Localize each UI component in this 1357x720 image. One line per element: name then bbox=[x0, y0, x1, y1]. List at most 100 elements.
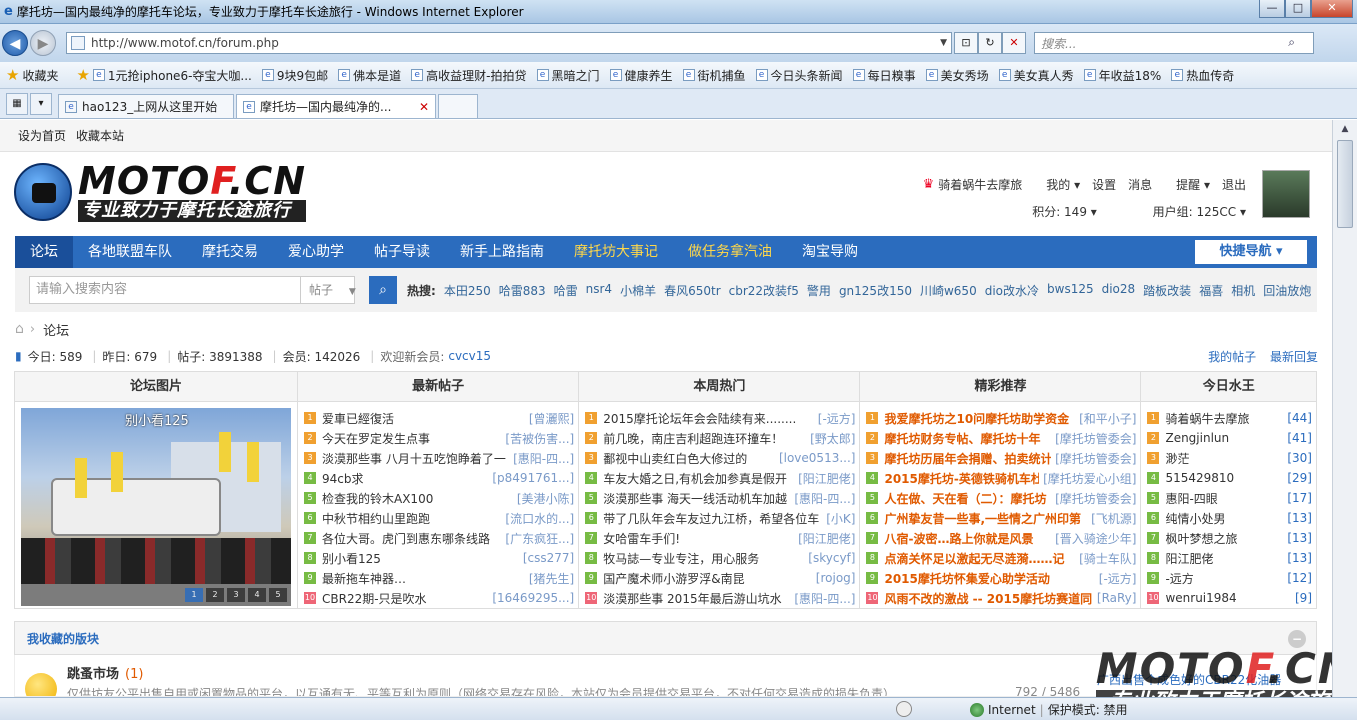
post-title[interactable]: CBR22期-只是吹水 bbox=[322, 590, 488, 607]
favorite-link[interactable]: e 美女秀场 bbox=[925, 67, 989, 84]
list-item[interactable]: 1 骑着蜗牛去摩旅 [44] bbox=[1147, 408, 1312, 428]
favorite-link[interactable]: e 高收益理财-拍拍贷 bbox=[411, 67, 527, 84]
list-item[interactable]: 6 广州挚友昔一些事,一些情之广州印第 [飞机源] bbox=[866, 508, 1136, 528]
post-title[interactable]: wenrui1984 bbox=[1165, 591, 1295, 605]
post-title[interactable]: 惠阳-四眼 bbox=[1165, 490, 1287, 507]
post-title[interactable]: 2015摩托坊怀集爱心助学活动 bbox=[884, 570, 1094, 587]
hot-search-word[interactable]: 哈雷 bbox=[554, 282, 578, 299]
hot-search-word[interactable]: 川崎w650 bbox=[920, 282, 977, 299]
post-title[interactable]: 渺茫 bbox=[1165, 450, 1287, 467]
post-author[interactable]: [惠阳-四...] bbox=[794, 590, 855, 607]
favorite-link[interactable]: e 黑暗之门 bbox=[536, 67, 600, 84]
post-author[interactable]: [美港小陈] bbox=[517, 490, 574, 507]
list-item[interactable]: 9 最新拖车神器… [猪先生] bbox=[304, 568, 574, 588]
quick-tabs-icon[interactable]: ▦ bbox=[6, 93, 28, 115]
nav-item-newbie[interactable]: 新手上路指南 bbox=[445, 236, 559, 268]
hot-search-word[interactable]: 福喜 bbox=[1199, 282, 1223, 299]
post-author[interactable]: [曾灑熙] bbox=[529, 410, 574, 427]
slide-dot[interactable]: 5 bbox=[269, 588, 287, 602]
list-item[interactable]: 6 带了几队年会车友过九江桥，希望各位车 [小K] bbox=[585, 508, 855, 528]
post-title[interactable]: 最新拖车神器… bbox=[322, 570, 525, 587]
back-button[interactable]: ◀ bbox=[2, 30, 28, 56]
hot-search-word[interactable]: bws125 bbox=[1047, 282, 1094, 299]
latest-reply-link[interactable]: 最新回复 bbox=[1270, 350, 1318, 364]
breadcrumb-current[interactable]: 论坛 bbox=[43, 320, 69, 339]
nav-item-charity[interactable]: 爱心助学 bbox=[273, 236, 359, 268]
post-title[interactable]: 女哈雷车手们! bbox=[603, 530, 794, 547]
post-author[interactable]: [-远方] bbox=[1099, 570, 1137, 587]
post-author[interactable]: [love0513...] bbox=[779, 451, 856, 465]
my-posts-link[interactable]: 我的帖子 bbox=[1208, 350, 1256, 364]
favorites-star-icon[interactable]: ★ bbox=[6, 66, 19, 84]
favorite-link[interactable]: e 佛本是道 bbox=[338, 67, 401, 84]
user-group[interactable]: 用户组: 125CC ▾ bbox=[1127, 205, 1246, 219]
list-item[interactable]: 9 -远方 [12] bbox=[1147, 568, 1312, 588]
post-title[interactable]: 2015摩托论坛年会会陆续有来........ bbox=[603, 410, 814, 427]
search-type-select[interactable]: 帖子 ▼ bbox=[301, 276, 356, 304]
list-item[interactable]: 10 风雨不改的激战 -- 2015摩托坊赛道同 [RaRy] bbox=[866, 588, 1136, 608]
favorite-link[interactable]: e 每日糗事 bbox=[852, 67, 916, 84]
post-title[interactable]: 人在做、天在看（二）：摩托坊 bbox=[884, 490, 1051, 507]
post-title[interactable]: 中秋节相约山里跑跑 bbox=[322, 510, 501, 527]
post-author[interactable]: [阳江肥佬] bbox=[798, 530, 855, 547]
stop-icon[interactable]: ✕ bbox=[1002, 32, 1026, 54]
list-item[interactable]: 3 渺茫 [30] bbox=[1147, 448, 1312, 468]
post-author[interactable]: [小K] bbox=[826, 510, 855, 527]
hot-search-word[interactable]: 本田250 bbox=[444, 282, 491, 299]
post-title[interactable]: 我爱摩托坊之10问摩托坊助学资金 bbox=[884, 410, 1075, 427]
favorite-link[interactable]: e 街机捕鱼 bbox=[682, 67, 746, 84]
post-title[interactable]: 摩托坊历届年会捐赠、拍卖统计 bbox=[884, 450, 1051, 467]
nav-item-trade[interactable]: 摩托交易 bbox=[187, 236, 273, 268]
list-item[interactable]: 8 牧马誌—专业专注，用心服务 [skycyf] bbox=[585, 548, 855, 568]
list-item[interactable]: 10 淡漠那些事 2015年最后游山坑水 [惠阳-四...] bbox=[585, 588, 855, 608]
post-title[interactable]: 纯情小处男 bbox=[1165, 510, 1287, 527]
list-item[interactable]: 8 点滴关怀足以激起无尽涟漪……记 [骑士车队] bbox=[866, 548, 1136, 568]
compat-view-icon[interactable]: ⊡ bbox=[954, 32, 978, 54]
post-title[interactable]: 淡漠那些事 八月十五吃饱睁着了一 bbox=[322, 450, 509, 467]
post-title[interactable]: 摩托坊财务专帖、摩托坊十年 bbox=[884, 430, 1051, 447]
nav-item-forum[interactable]: 论坛 bbox=[15, 236, 73, 268]
dropdown-icon[interactable]: ▼ bbox=[940, 38, 947, 48]
post-author[interactable]: [阳江肥佬] bbox=[798, 470, 855, 487]
scroll-up-icon[interactable]: ▲ bbox=[1333, 120, 1357, 138]
post-title[interactable]: 今天在罗定发生点事 bbox=[322, 430, 501, 447]
post-title[interactable]: 骑着蜗牛去摩旅 bbox=[1165, 410, 1287, 427]
post-author[interactable]: [飞机源] bbox=[1091, 510, 1136, 527]
list-item[interactable]: 7 八宿-波密…路上你就是风景 [晋入骑途少年] bbox=[866, 528, 1136, 548]
hot-search-word[interactable]: 警用 bbox=[807, 282, 831, 299]
list-item[interactable]: 9 国产魔术师小游罗浮&南昆 [rojog] bbox=[585, 568, 855, 588]
maximize-button[interactable]: □ bbox=[1285, 0, 1311, 18]
list-item[interactable]: 4 515429810 [29] bbox=[1147, 468, 1312, 488]
favorite-link[interactable]: e 9块9包邮 bbox=[261, 67, 328, 84]
list-item[interactable]: 4 车友大婚之日,有机会加参真是假开 [阳江肥佬] bbox=[585, 468, 855, 488]
list-item[interactable]: 10 wenrui1984 [9] bbox=[1147, 588, 1312, 608]
post-title[interactable]: 枫叶梦想之旅 bbox=[1165, 530, 1287, 547]
hot-search-word[interactable]: gn125改150 bbox=[839, 282, 912, 299]
list-item[interactable]: 5 检查我的铃木AX100 [美港小陈] bbox=[304, 488, 574, 508]
list-item[interactable]: 7 女哈雷车手们! [阳江肥佬] bbox=[585, 528, 855, 548]
post-author[interactable]: [惠阳-四...] bbox=[513, 450, 574, 467]
close-window-button[interactable]: ✕ bbox=[1311, 0, 1353, 18]
post-author[interactable]: [-远方] bbox=[818, 410, 856, 427]
post-title[interactable]: 鄱视中山卖红白色大修过的 bbox=[603, 450, 775, 467]
nav-item-events[interactable]: 摩托坊大事记 bbox=[559, 236, 673, 268]
add-favorite-icon[interactable]: ★ bbox=[76, 66, 89, 84]
post-title[interactable]: 别小看125 bbox=[322, 550, 519, 567]
post-title[interactable]: 检查我的铃木AX100 bbox=[322, 490, 513, 507]
list-item[interactable]: 5 淡漠那些事 海天一线活动机车加越 [惠阳-四...] bbox=[585, 488, 855, 508]
user-points[interactable]: 积分: 149 ▾ bbox=[1006, 205, 1097, 219]
list-item[interactable]: 6 纯情小处男 [13] bbox=[1147, 508, 1312, 528]
nav-item-guide[interactable]: 帖子导读 bbox=[359, 236, 445, 268]
post-author[interactable]: [苦被伤害...] bbox=[505, 430, 574, 447]
list-item[interactable]: 2 Zengjinlun [41] bbox=[1147, 428, 1312, 448]
quick-nav-button[interactable]: 快捷导航 ▾ bbox=[1195, 240, 1307, 264]
user-menu-settings[interactable]: 设置 bbox=[1092, 176, 1116, 193]
list-item[interactable]: 4 2015摩托坊-英德铁骑机车杜 [摩托坊爱心小组] bbox=[866, 468, 1136, 488]
favorite-link[interactable]: e 年收益18% bbox=[1083, 67, 1161, 84]
hot-search-word[interactable]: 回油放炮 bbox=[1263, 282, 1311, 299]
post-title[interactable]: 车友大婚之日,有机会加参真是假开 bbox=[603, 470, 794, 487]
tab-list-icon[interactable]: ▾ bbox=[30, 93, 52, 115]
collapse-icon[interactable]: − bbox=[1288, 630, 1306, 648]
post-title[interactable]: 八宿-波密…路上你就是风景 bbox=[884, 530, 1051, 547]
post-title[interactable]: 阳江肥佬 bbox=[1165, 550, 1287, 567]
